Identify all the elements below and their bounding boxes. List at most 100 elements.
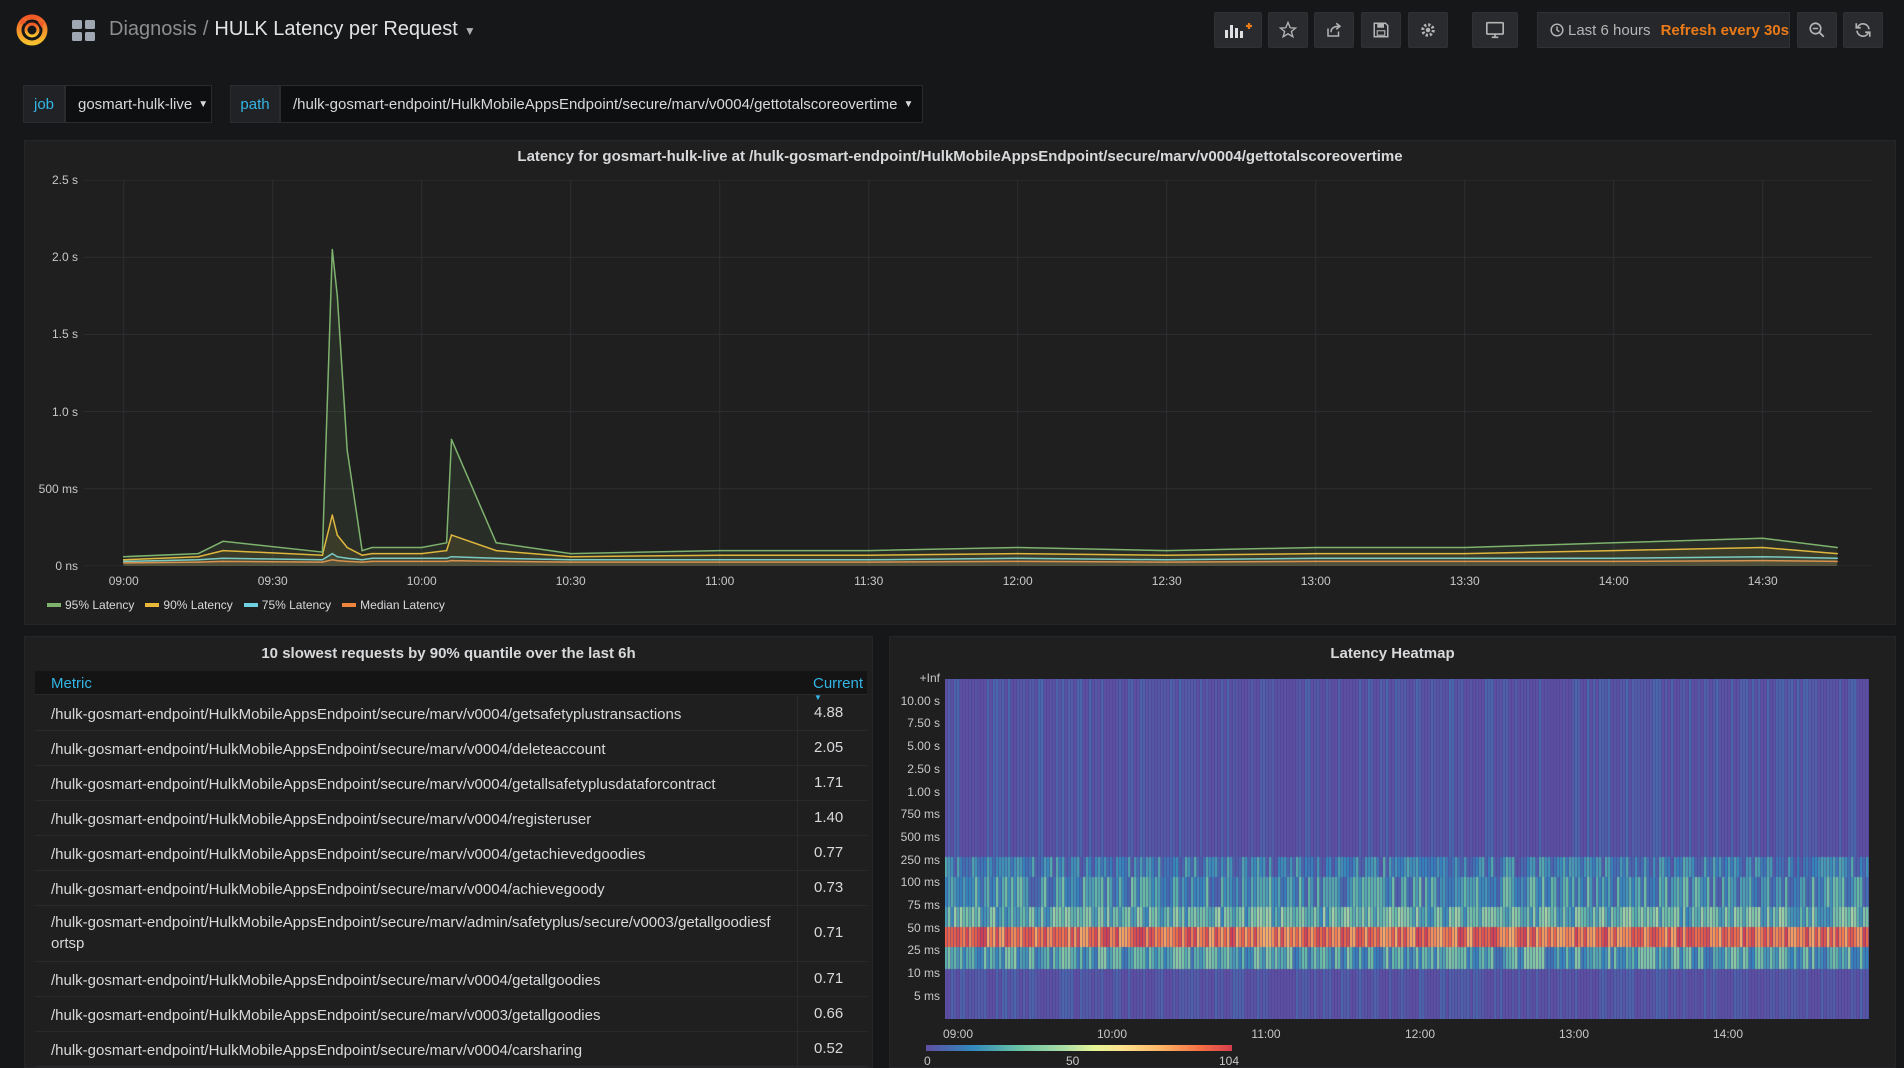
heatmap-y-tick: 50 ms xyxy=(907,920,940,935)
column-header-current[interactable]: Current xyxy=(813,675,863,692)
time-range-picker[interactable]: Last 6 hours Refresh every 30s xyxy=(1537,12,1790,48)
data-point xyxy=(122,555,125,558)
data-point xyxy=(445,542,448,544)
graph-panel-title[interactable]: Latency for gosmart-hulk-live at /hulk-g… xyxy=(25,148,1895,165)
heatmap-y-tick: +Inf xyxy=(919,671,940,685)
table-row[interactable]: /hulk-gosmart-endpoint/HulkMobileAppsEnd… xyxy=(35,962,867,997)
breadcrumb-separator: / xyxy=(202,18,209,40)
data-point xyxy=(331,248,334,251)
table-row[interactable]: /hulk-gosmart-endpoint/HulkMobileAppsEnd… xyxy=(35,997,867,1032)
tv-mode-button[interactable] xyxy=(1472,12,1518,48)
heatmap-y-tick: 250 ms xyxy=(900,852,940,867)
column-divider xyxy=(797,766,798,800)
save-button[interactable] xyxy=(1361,12,1401,48)
refresh-interval-label: Refresh every 30s xyxy=(1660,21,1789,39)
heatmap-y-tick: 500 ms xyxy=(900,829,940,844)
legend-item-95[interactable]: 95% Latency xyxy=(47,598,134,612)
graph-x-tick: 14:00 xyxy=(1598,574,1629,588)
row-current-value: 1.40 xyxy=(814,809,844,826)
latency-line-chart[interactable] xyxy=(84,180,1872,566)
data-point xyxy=(420,546,423,549)
row-metric: /hulk-gosmart-endpoint/HulkMobileAppsEnd… xyxy=(51,972,601,989)
zoom-out-icon xyxy=(1809,22,1825,38)
row-metric: /hulk-gosmart-endpoint/HulkMobileAppsEnd… xyxy=(51,776,716,793)
heatmap-y-tick: 25 ms xyxy=(907,943,940,958)
row-current-value: 0.52 xyxy=(814,1040,844,1057)
heatmap-y-tick: 10 ms xyxy=(907,966,940,981)
legend-swatch xyxy=(47,603,61,607)
heatmap-x-tick: 12:00 xyxy=(1404,1027,1436,1041)
star-button[interactable] xyxy=(1268,12,1308,48)
table-row[interactable]: /hulk-gosmart-endpoint/HulkMobileAppsEnd… xyxy=(35,801,867,836)
heatmap-panel-title[interactable]: Latency Heatmap xyxy=(890,645,1895,662)
row-current-value: 2.05 xyxy=(814,739,844,756)
graph-y-tick: 2.0 s xyxy=(51,250,78,265)
heatmap-y-tick: 75 ms xyxy=(907,898,940,912)
table-row[interactable]: /hulk-gosmart-endpoint/HulkMobileAppsEnd… xyxy=(35,766,867,801)
heatmap-x-tick: 14:00 xyxy=(1712,1027,1744,1041)
dashboard-grid-icon[interactable] xyxy=(72,20,96,42)
row-current-value: 4.88 xyxy=(814,704,844,721)
graph-y-tick: 1.5 s xyxy=(51,327,78,342)
data-point xyxy=(371,546,373,549)
column-divider xyxy=(797,997,798,1031)
row-metric: /hulk-gosmart-endpoint/HulkMobileAppsEnd… xyxy=(51,706,682,723)
data-point xyxy=(197,552,199,555)
series-line-95-latency[interactable] xyxy=(123,249,1838,558)
zoom-out-button[interactable] xyxy=(1797,12,1837,48)
heatmap-y-tick: 5.00 s xyxy=(907,739,940,754)
graph-x-tick: 09:00 xyxy=(108,574,139,588)
data-point xyxy=(718,549,721,552)
column-header-metric[interactable]: Metric xyxy=(51,675,92,692)
table-row[interactable]: /hulk-gosmart-endpoint/HulkMobileAppsEnd… xyxy=(35,696,867,731)
column-divider xyxy=(797,801,798,835)
table-row[interactable]: /hulk-gosmart-endpoint/HulkMobileAppsEnd… xyxy=(35,731,867,766)
graph-x-tick: 13:30 xyxy=(1449,574,1480,588)
refresh-icon xyxy=(1855,23,1871,37)
share-button[interactable] xyxy=(1314,12,1354,48)
variable-path-dropdown[interactable]: /hulk-gosmart-endpoint/HulkMobileAppsEnd… xyxy=(280,85,923,123)
data-point xyxy=(867,549,870,552)
scale-mid-label: 50 xyxy=(1066,1054,1080,1068)
graph-x-tick: 10:30 xyxy=(555,574,586,588)
table-row[interactable]: /hulk-gosmart-endpoint/HulkMobileAppsEnd… xyxy=(35,871,867,906)
row-current-value: 0.71 xyxy=(814,970,844,987)
data-point xyxy=(346,449,349,452)
grafana-logo-icon[interactable] xyxy=(14,12,50,48)
caret-down-icon: ▼ xyxy=(198,98,209,110)
variable-job-label: job xyxy=(23,85,65,123)
graph-y-tick: 500 ms xyxy=(38,481,78,496)
table-row[interactable]: /hulk-gosmart-endpoint/HulkMobileAppsEnd… xyxy=(35,1032,867,1067)
add-panel-button[interactable] xyxy=(1214,12,1262,48)
column-divider xyxy=(797,962,798,996)
refresh-button[interactable] xyxy=(1843,12,1883,48)
breadcrumb-folder[interactable]: Diagnosis xyxy=(109,18,197,40)
caret-down-icon[interactable]: ▼ xyxy=(464,24,476,38)
row-metric: /hulk-gosmart-endpoint/HulkMobileAppsEnd… xyxy=(51,914,771,952)
graph-x-tick: 13:00 xyxy=(1300,574,1331,588)
heatmap-x-tick: 10:00 xyxy=(1096,1027,1128,1041)
data-point xyxy=(222,540,224,543)
heatmap-y-tick: 10.00 s xyxy=(900,693,940,708)
row-current-value: 0.66 xyxy=(814,1005,844,1022)
graph-y-tick: 2.5 s xyxy=(51,173,78,187)
graph-legend: 95% Latency 90% Latency 75% Latency Medi… xyxy=(47,598,456,612)
legend-item-90[interactable]: 90% Latency xyxy=(145,598,233,612)
heatmap-y-tick: 2.50 s xyxy=(907,761,940,776)
breadcrumb[interactable]: Diagnosis / HULK Latency per Request ▼ xyxy=(109,18,476,41)
table-header: Metric Current ▼ xyxy=(35,671,867,702)
dashboard-title[interactable]: HULK Latency per Request xyxy=(214,18,457,40)
legend-item-75[interactable]: 75% Latency xyxy=(243,598,332,612)
table-panel-title[interactable]: 10 slowest requests by 90% quantile over… xyxy=(25,645,872,662)
time-range-label: Last 6 hours xyxy=(1568,21,1651,39)
settings-button[interactable] xyxy=(1408,12,1448,48)
table-row[interactable]: /hulk-gosmart-endpoint/HulkMobileAppsEnd… xyxy=(35,906,867,962)
heatmap-grid[interactable] xyxy=(945,679,1869,1019)
legend-item-median[interactable]: Median Latency xyxy=(342,598,445,612)
table-row[interactable]: /hulk-gosmart-endpoint/HulkMobileAppsEnd… xyxy=(35,836,867,871)
legend-label: 75% Latency xyxy=(261,598,332,612)
heatmap-y-tick: 7.50 s xyxy=(907,716,940,731)
variable-job-dropdown[interactable]: gosmart-hulk-live ▼ xyxy=(65,85,212,123)
save-icon xyxy=(1373,22,1389,38)
series-area-95-latency xyxy=(123,249,1838,566)
